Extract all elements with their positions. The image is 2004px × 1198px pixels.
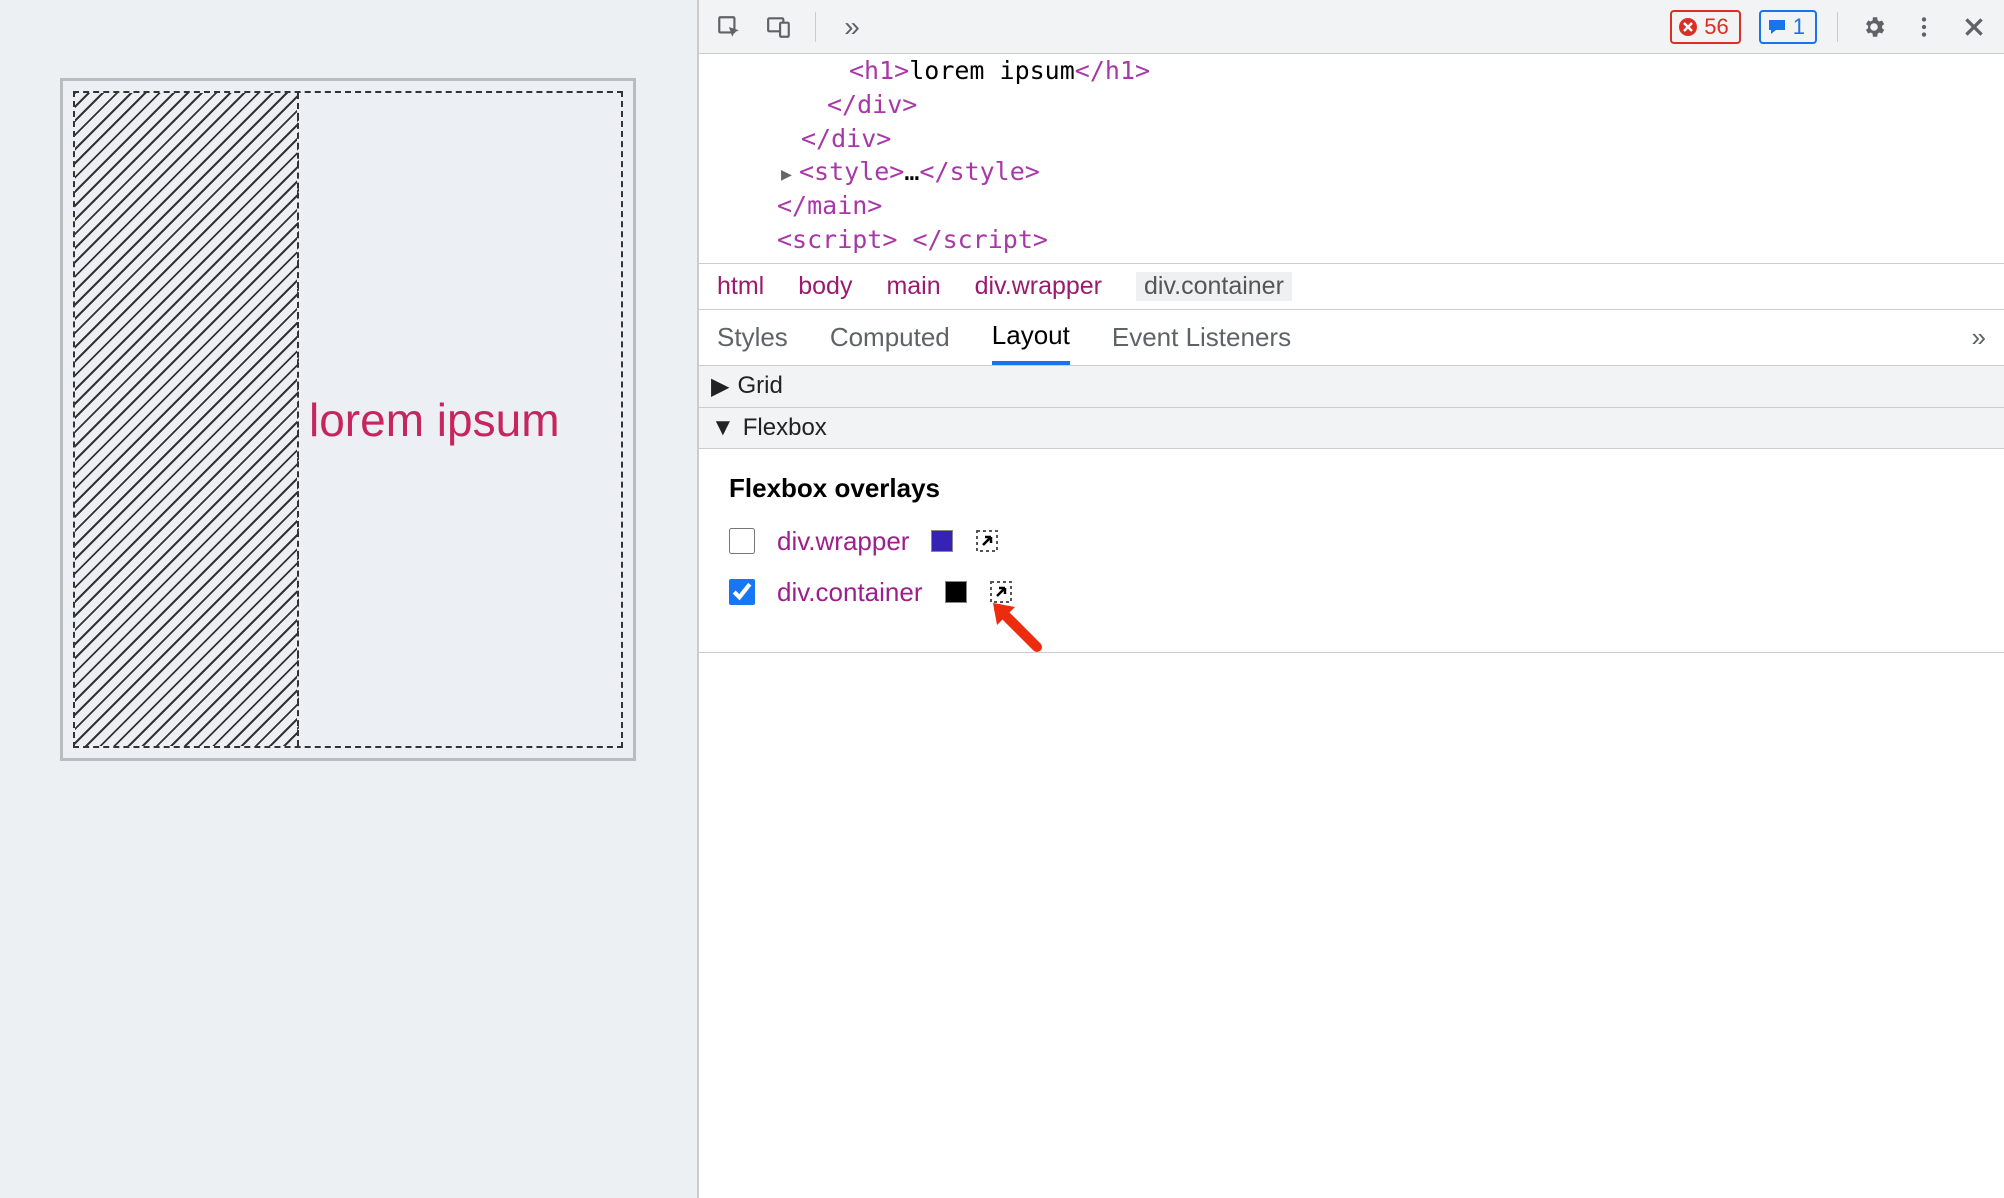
rendered-viewport: lorem ipsum [0, 0, 697, 839]
crumb-body[interactable]: body [798, 272, 852, 301]
toolbar-divider [1837, 12, 1838, 42]
overlay-color-swatch[interactable] [945, 581, 967, 603]
crumb-container[interactable]: div.container [1136, 272, 1292, 301]
flex-gap-hatched-area [75, 93, 299, 746]
toolbar-divider [815, 12, 816, 42]
heading-lorem: lorem ipsum [309, 393, 560, 447]
tab-computed[interactable]: Computed [830, 310, 950, 365]
annotation-arrow-icon [987, 597, 1047, 657]
overlay-checkbox-wrapper[interactable] [729, 528, 755, 554]
errors-count: 56 [1704, 14, 1728, 40]
errors-pill[interactable]: 56 [1670, 10, 1740, 44]
overlay-checkbox-container[interactable] [729, 579, 755, 605]
expand-triangle-icon[interactable]: ▶ [781, 163, 799, 187]
messages-count: 1 [1793, 14, 1805, 40]
tab-event-listeners[interactable]: Event Listeners [1112, 310, 1291, 365]
tag-script: <script> </script> [777, 225, 1048, 254]
section-flexbox-label: Flexbox [743, 414, 827, 442]
flex-item-content: lorem ipsum [299, 93, 621, 746]
flexbox-overlays-title: Flexbox overlays [729, 473, 1974, 504]
devtools-toolbar: » 56 1 [699, 0, 2004, 54]
flex-container-dashed: lorem ipsum [73, 91, 623, 748]
inspect-element-icon[interactable] [713, 11, 745, 43]
collapse-triangle-icon: ▶ [711, 372, 729, 401]
messages-pill[interactable]: 1 [1759, 10, 1817, 44]
overlay-name-container[interactable]: div.container [777, 577, 923, 608]
settings-gear-icon[interactable] [1858, 11, 1890, 43]
overlay-row-container: div.container [729, 577, 1974, 608]
devtools-panel: » 56 1 <h1>lorem ipsum</h1> </div> </div… [697, 0, 2004, 1198]
crumb-wrapper[interactable]: div.wrapper [975, 272, 1102, 301]
dom-breadcrumb: html body main div.wrapper div.container [699, 264, 2004, 310]
tab-styles[interactable]: Styles [717, 310, 788, 365]
flexbox-overlays-panel: Flexbox overlays div.wrapper div.contain… [699, 449, 2004, 652]
more-tabs-icon[interactable]: » [1972, 322, 1986, 353]
crumb-html[interactable]: html [717, 272, 764, 301]
h1-text: lorem ipsum [909, 56, 1075, 85]
tag-style-close: </style> [919, 157, 1039, 186]
tab-layout[interactable]: Layout [992, 310, 1070, 365]
tag-div-close: </div> [801, 124, 891, 153]
reveal-in-elements-icon[interactable] [989, 580, 1013, 604]
overlay-name-wrapper[interactable]: div.wrapper [777, 526, 909, 557]
tag-main-close: </main> [777, 191, 882, 220]
flex-overlay-outline: lorem ipsum [60, 78, 636, 761]
close-devtools-icon[interactable] [1958, 11, 1990, 43]
elements-source-view[interactable]: <h1>lorem ipsum</h1> </div> </div> ▶<sty… [699, 54, 2004, 264]
tag-div-close: </div> [827, 90, 917, 119]
more-tabs-icon[interactable]: » [836, 11, 868, 43]
tag-h1-open: <h1> [849, 56, 909, 85]
tag-style-open: <style> [799, 157, 904, 186]
sidebar-tabs: Styles Computed Layout Event Listeners » [699, 310, 2004, 366]
crumb-main[interactable]: main [886, 272, 940, 301]
section-grid-header[interactable]: ▶ Grid [699, 366, 2004, 408]
overlay-row-wrapper: div.wrapper [729, 526, 1974, 557]
ellipsis: … [904, 157, 919, 186]
kebab-menu-icon[interactable] [1908, 11, 1940, 43]
overlay-color-swatch[interactable] [931, 530, 953, 552]
section-flexbox-header[interactable]: ▼ Flexbox [699, 408, 2004, 449]
section-divider [699, 652, 2004, 653]
tag-h1-close: </h1> [1075, 56, 1150, 85]
device-toggle-icon[interactable] [763, 11, 795, 43]
section-grid-label: Grid [737, 372, 782, 400]
expand-triangle-icon: ▼ [711, 414, 735, 442]
reveal-in-elements-icon[interactable] [975, 529, 999, 553]
